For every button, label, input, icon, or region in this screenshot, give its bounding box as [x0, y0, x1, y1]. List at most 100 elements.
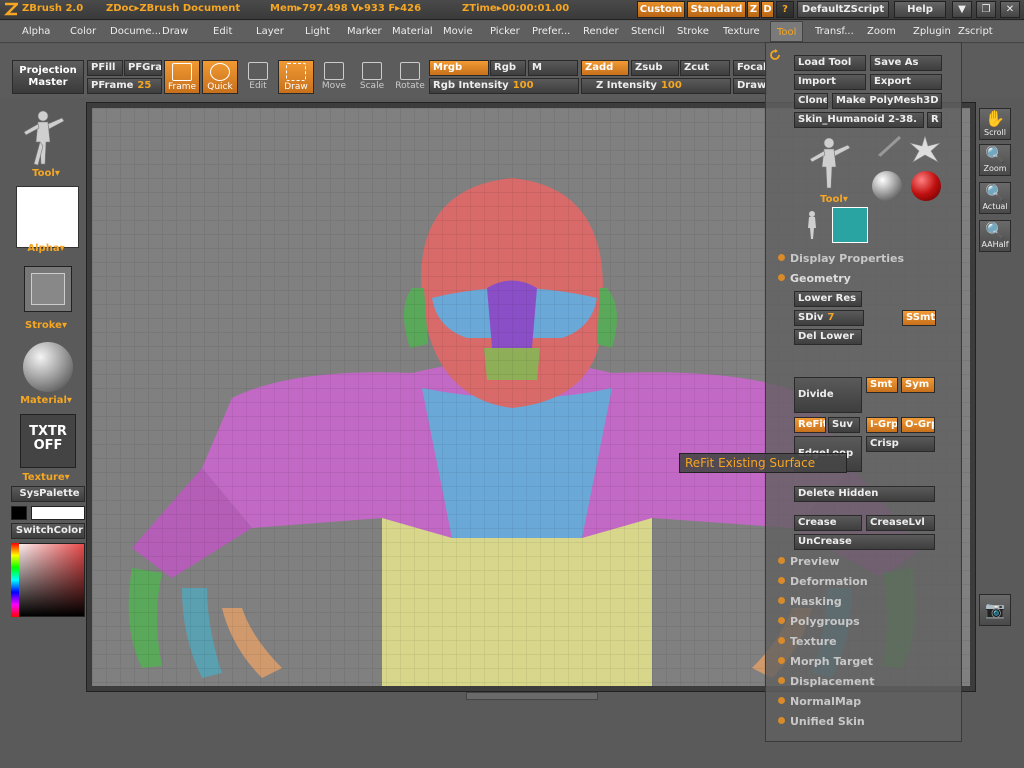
zadd-button[interactable]: Zadd — [581, 60, 629, 76]
menu-marker[interactable]: Marker — [347, 26, 382, 37]
section-displacement[interactable]: Displacement — [778, 675, 875, 688]
brush-tool-icon[interactable] — [870, 135, 904, 165]
current-tool-field[interactable]: Skin_Humanoid 2-38. — [794, 112, 924, 128]
zcut-button[interactable]: Zcut — [680, 60, 730, 76]
menu-movie[interactable]: Movie — [443, 26, 473, 37]
suv-button[interactable]: Suv — [828, 417, 860, 433]
refresh-icon[interactable] — [769, 49, 781, 61]
defaultzscript-button[interactable]: DefaultZScript — [797, 1, 889, 18]
menu-texture[interactable]: Texture — [723, 26, 760, 37]
save-as-button[interactable]: Save As — [870, 55, 942, 71]
menu-material[interactable]: Material — [392, 26, 433, 37]
lower-res-button[interactable]: Lower Res — [794, 291, 862, 307]
ssmt-button[interactable]: SSmt — [902, 310, 936, 326]
z-intensity-slider[interactable]: Z Intensity 100 — [581, 78, 731, 94]
secondary-color-swatch[interactable] — [11, 506, 27, 520]
menu-render[interactable]: Render — [583, 26, 619, 37]
smt-button[interactable]: Smt — [866, 377, 898, 393]
color-picker[interactable] — [11, 543, 85, 617]
uncrease-button[interactable]: UnCrease — [794, 534, 935, 550]
rgb-button[interactable]: Rgb — [490, 60, 526, 76]
camera-button[interactable]: 📷 — [979, 594, 1011, 626]
projection-master-button[interactable]: Projection Master — [12, 60, 84, 94]
section-deformation[interactable]: Deformation — [778, 575, 868, 588]
section-polygroups[interactable]: Polygroups — [778, 615, 860, 628]
tool-label[interactable]: Tool▾ — [0, 168, 92, 179]
rgb-intensity-slider[interactable]: Rgb Intensity 100 — [429, 78, 579, 94]
canvas-scroll-handle[interactable] — [466, 692, 598, 700]
menu-transf[interactable]: Transf... — [815, 26, 854, 37]
selected-humanoid-icon[interactable] — [832, 207, 868, 243]
mrgb-button[interactable]: Mrgb — [429, 60, 489, 76]
r-button[interactable]: R — [927, 112, 942, 128]
menu-zscript[interactable]: Zscript — [958, 26, 993, 37]
restore-icon[interactable]: ❐ — [976, 1, 996, 18]
texture-label[interactable]: Texture▾ — [0, 472, 92, 483]
pfill-button[interactable]: PFill — [87, 60, 123, 76]
section-morph-target[interactable]: Morph Target — [778, 655, 873, 668]
draw-button[interactable]: Draw — [278, 60, 314, 94]
humanoid-tool-icon[interactable] — [804, 136, 854, 192]
menu-draw[interactable]: Draw — [162, 26, 188, 37]
primary-color-swatch[interactable] — [31, 506, 85, 520]
creaselvl-slider[interactable]: CreaseLvl — [866, 515, 935, 531]
clone-button[interactable]: Clone — [794, 93, 828, 109]
crease-button[interactable]: Crease — [794, 515, 862, 531]
make-polymesh-button[interactable]: Make PolyMesh3D — [832, 93, 942, 109]
menu-tool[interactable]: Tool — [770, 21, 804, 42]
z-button[interactable]: Z — [747, 1, 760, 18]
section-normalmap[interactable]: NormalMap — [778, 695, 861, 708]
actual-button[interactable]: 🔍 Actual — [979, 182, 1011, 214]
del-lower-button[interactable]: Del Lower — [794, 329, 862, 345]
aahalf-button[interactable]: 🔍 AAHalf — [979, 220, 1011, 252]
delete-hidden-button[interactable]: Delete Hidden — [794, 486, 935, 502]
rotate-button[interactable]: Rotate — [392, 60, 428, 94]
menu-zplugin[interactable]: Zplugin — [913, 26, 951, 37]
menu-alpha[interactable]: Alpha — [22, 26, 50, 37]
section-preview[interactable]: Preview — [778, 555, 840, 568]
standard-button[interactable]: Standard — [687, 1, 746, 18]
texture-off-preview[interactable]: TXTR OFF — [20, 414, 76, 468]
menu-edit[interactable]: Edit — [213, 26, 232, 37]
crisp-button[interactable]: Crisp — [866, 436, 935, 452]
sym-button[interactable]: Sym — [901, 377, 935, 393]
menu-prefer[interactable]: Prefer... — [532, 26, 570, 37]
pfgra-button[interactable]: PFGra — [124, 60, 162, 76]
d-button[interactable]: D — [761, 1, 774, 18]
menu-layer[interactable]: Layer — [256, 26, 284, 37]
menu-light[interactable]: Light — [305, 26, 330, 37]
minimize-icon[interactable]: ▼ — [952, 1, 972, 18]
m-button[interactable]: M — [528, 60, 578, 76]
sdiv-slider[interactable]: SDiv 7 — [794, 310, 864, 326]
scale-button[interactable]: Scale — [354, 60, 390, 94]
help-question-button[interactable]: ? — [776, 1, 794, 18]
export-button[interactable]: Export — [870, 74, 942, 90]
alpha-preview[interactable] — [16, 186, 79, 248]
o-grp-button[interactable]: O-Grp — [901, 417, 935, 433]
sphere-tool-icon[interactable] — [872, 171, 902, 201]
section-texture[interactable]: Texture — [778, 635, 837, 648]
stroke-label[interactable]: Stroke▾ — [0, 320, 92, 331]
tool-preview-icon[interactable] — [18, 108, 68, 170]
palette-tool-label[interactable]: Tool▾ — [814, 194, 854, 205]
hue-strip[interactable] — [11, 543, 19, 617]
display-properties-section[interactable]: Display Properties — [778, 252, 904, 265]
focal-slider[interactable]: Focal — [733, 60, 767, 76]
edit-button[interactable]: Edit — [240, 60, 276, 94]
zoom-button[interactable]: 🔍 Zoom — [979, 144, 1011, 176]
switchcolor-button[interactable]: SwitchColor — [11, 523, 85, 539]
menu-zoom[interactable]: Zoom — [867, 26, 896, 37]
geometry-section[interactable]: Geometry — [778, 272, 851, 285]
humanoid-small-icon[interactable] — [798, 209, 826, 241]
stroke-preview[interactable] — [24, 266, 72, 312]
scroll-button[interactable]: ✋ Scroll — [979, 108, 1011, 140]
refit-button[interactable]: ReFit — [794, 417, 826, 433]
alpha-label[interactable]: Alpha▾ — [0, 243, 92, 254]
syspalette-button[interactable]: SysPalette — [11, 486, 85, 502]
menu-color[interactable]: Color — [70, 26, 96, 37]
menu-stroke[interactable]: Stroke — [677, 26, 709, 37]
close-icon[interactable]: ✕ — [1000, 1, 1020, 18]
red-sphere-tool-icon[interactable] — [911, 171, 941, 201]
menu-picker[interactable]: Picker — [490, 26, 520, 37]
frame-button[interactable]: Frame — [164, 60, 200, 94]
